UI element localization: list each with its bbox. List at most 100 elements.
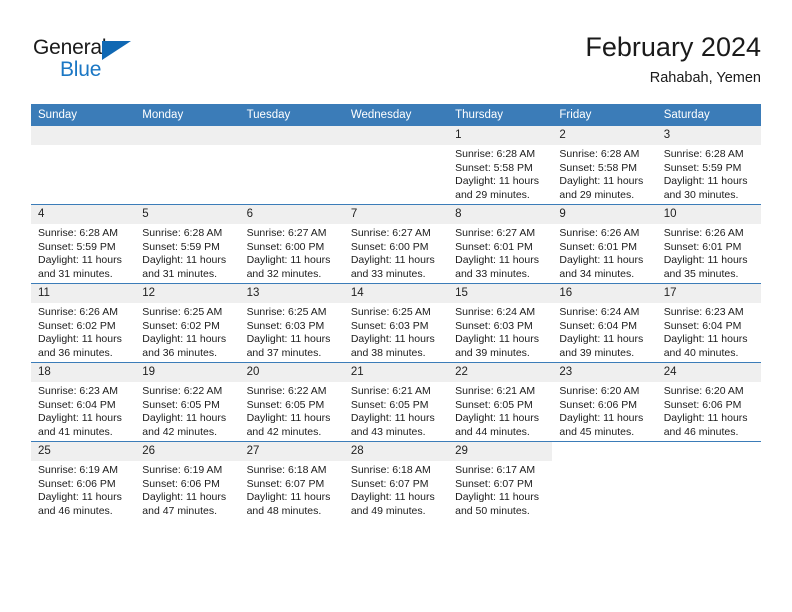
calendar-day-cell[interactable]: 14 Sunrise: 6:25 AM Sunset: 6:03 PM Dayligh… bbox=[343, 283, 449, 363]
calendar-cell-blank bbox=[552, 441, 657, 520]
page-header: General Blue February 2024 Rahabah, Yeme… bbox=[0, 0, 792, 100]
calendar-day-cell[interactable]: 5 Sunrise: 6:28 AM Sunset: 5:59 PM Daylight… bbox=[135, 204, 240, 284]
calendar-week-row: 25 Sunrise: 6:19 AM Sunset: 6:06 PM Dayligh… bbox=[31, 441, 761, 520]
day-number: 7 bbox=[343, 205, 449, 224]
calendar-day-cell[interactable]: 26 Sunrise: 6:19 AM Sunset: 6:06 PM Dayligh… bbox=[135, 441, 240, 520]
sun-info: Sunrise: 6:19 AM Sunset: 6:06 PM Daylight:… bbox=[31, 461, 135, 518]
sunrise-text: Sunrise: 6:26 AM bbox=[559, 227, 640, 239]
sunrise-text: Sunrise: 6:22 AM bbox=[246, 385, 327, 397]
daylight-text-line2: and 42 minutes. bbox=[246, 425, 322, 438]
day-number: 10 bbox=[656, 205, 761, 224]
calendar-cell-empty bbox=[239, 126, 344, 205]
calendar-day-cell[interactable]: 29 Sunrise: 6:17 AM Sunset: 6:07 PM Dayligh… bbox=[448, 441, 553, 520]
sunrise-text: Sunrise: 6:21 AM bbox=[350, 385, 431, 397]
daylight-text-line2: and 31 minutes. bbox=[38, 267, 113, 280]
sunrise-text: Sunrise: 6:19 AM bbox=[142, 464, 223, 476]
calendar-grid: Sunday Monday Tuesday Wednesday Thursday… bbox=[31, 104, 761, 520]
day-number: 5 bbox=[135, 205, 240, 224]
sun-info: Sunrise: 6:17 AM Sunset: 6:07 PM Daylight:… bbox=[448, 461, 552, 518]
calendar-day-cell[interactable]: 20 Sunrise: 6:22 AM Sunset: 6:05 PM Dayligh… bbox=[239, 362, 344, 442]
calendar-day-cell[interactable]: 21 Sunrise: 6:21 AM Sunset: 6:05 PM Dayligh… bbox=[343, 362, 449, 442]
sunrise-text: Sunrise: 6:25 AM bbox=[246, 306, 327, 318]
daylight-text-line1: Daylight: 11 hours bbox=[38, 254, 122, 267]
sunset-text: Sunset: 6:01 PM bbox=[663, 240, 742, 253]
daylight-text-line1: Daylight: 11 hours bbox=[350, 412, 435, 425]
sunrise-text: Sunrise: 6:18 AM bbox=[246, 464, 327, 476]
calendar-day-cell[interactable]: 17 Sunrise: 6:23 AM Sunset: 6:04 PM Dayligh… bbox=[656, 283, 761, 363]
logo-text-general: General bbox=[33, 36, 107, 59]
sunset-text: Sunset: 6:07 PM bbox=[455, 477, 533, 490]
calendar-day-cell[interactable]: 7 Sunrise: 6:27 AM Sunset: 6:00 PM Daylight… bbox=[343, 204, 449, 284]
daylight-text-line2: and 29 minutes. bbox=[559, 188, 635, 201]
sun-info: Sunrise: 6:24 AM Sunset: 6:03 PM Daylight:… bbox=[448, 303, 552, 360]
day-number bbox=[31, 126, 136, 145]
daylight-text-line2: and 45 minutes. bbox=[559, 425, 635, 438]
day-number: 18 bbox=[31, 363, 136, 382]
calendar-day-cell[interactable]: 27 Sunrise: 6:18 AM Sunset: 6:07 PM Dayligh… bbox=[239, 441, 344, 520]
daylight-text-line2: and 42 minutes. bbox=[142, 425, 217, 438]
daylight-text-line2: and 39 minutes. bbox=[455, 346, 530, 359]
sunset-text: Sunset: 6:04 PM bbox=[38, 398, 116, 411]
sunrise-text: Sunrise: 6:28 AM bbox=[455, 148, 536, 160]
calendar-day-cell[interactable]: 9 Sunrise: 6:26 AM Sunset: 6:01 PM Daylight… bbox=[552, 204, 657, 284]
calendar-day-cell[interactable]: 15 Sunrise: 6:24 AM Sunset: 6:03 PM Dayligh… bbox=[448, 283, 553, 363]
sunrise-text: Sunrise: 6:28 AM bbox=[559, 148, 640, 160]
page-subtitle: Rahabah, Yemen bbox=[649, 70, 761, 86]
calendar-day-cell[interactable]: 10 Sunrise: 6:26 AM Sunset: 6:01 PM Dayligh… bbox=[656, 204, 761, 284]
daylight-text-line2: and 40 minutes. bbox=[663, 346, 739, 359]
calendar-day-cell[interactable]: 23 Sunrise: 6:20 AM Sunset: 6:06 PM Dayligh… bbox=[552, 362, 657, 442]
sunset-text: Sunset: 5:59 PM bbox=[142, 240, 220, 253]
calendar-day-cell[interactable]: 3 Sunrise: 6:28 AM Sunset: 5:59 PM Daylight… bbox=[656, 126, 761, 205]
sunrise-text: Sunrise: 6:20 AM bbox=[663, 385, 744, 397]
sunset-text: Sunset: 6:03 PM bbox=[246, 319, 325, 332]
daylight-text-line2: and 37 minutes. bbox=[246, 346, 322, 359]
daylight-text-line1: Daylight: 11 hours bbox=[559, 333, 644, 346]
sunrise-text: Sunrise: 6:27 AM bbox=[246, 227, 327, 239]
calendar-day-cell[interactable]: 28 Sunrise: 6:18 AM Sunset: 6:07 PM Dayligh… bbox=[343, 441, 449, 520]
calendar-day-cell[interactable]: 11 Sunrise: 6:26 AM Sunset: 6:02 PM Dayligh… bbox=[31, 283, 136, 363]
calendar-day-cell[interactable]: 12 Sunrise: 6:25 AM Sunset: 6:02 PM Dayligh… bbox=[135, 283, 240, 363]
sunset-text: Sunset: 6:06 PM bbox=[142, 477, 220, 490]
weekday-header-friday: Friday bbox=[552, 104, 657, 126]
daylight-text-line2: and 46 minutes. bbox=[38, 504, 113, 517]
calendar-day-cell[interactable]: 6 Sunrise: 6:27 AM Sunset: 6:00 PM Daylight… bbox=[239, 204, 344, 284]
weekday-header-monday: Monday bbox=[135, 104, 240, 126]
sun-info: Sunrise: 6:23 AM Sunset: 6:04 PM Daylight:… bbox=[657, 303, 761, 360]
calendar-day-cell[interactable]: 22 Sunrise: 6:21 AM Sunset: 6:05 PM Dayligh… bbox=[448, 362, 553, 442]
daylight-text-line2: and 44 minutes. bbox=[455, 425, 530, 438]
day-number bbox=[239, 126, 344, 145]
sun-info: Sunrise: 6:18 AM Sunset: 6:07 PM Daylight:… bbox=[240, 461, 344, 518]
sunrise-text: Sunrise: 6:24 AM bbox=[559, 306, 640, 318]
day-number: 12 bbox=[135, 284, 240, 303]
sunset-text: Sunset: 5:58 PM bbox=[455, 161, 533, 174]
calendar-day-cell[interactable]: 25 Sunrise: 6:19 AM Sunset: 6:06 PM Dayligh… bbox=[31, 441, 136, 520]
day-number: 25 bbox=[31, 442, 136, 461]
general-blue-logo[interactable]: General Blue bbox=[33, 36, 183, 86]
sun-info: Sunrise: 6:25 AM Sunset: 6:03 PM Daylight:… bbox=[240, 303, 344, 360]
day-number: 21 bbox=[343, 363, 449, 382]
calendar-day-cell[interactable]: 1 Sunrise: 6:28 AM Sunset: 5:58 PM Daylight… bbox=[448, 126, 553, 205]
calendar-day-cell[interactable]: 18 Sunrise: 6:23 AM Sunset: 6:04 PM Dayligh… bbox=[31, 362, 136, 442]
title-block: February 2024 Rahabah, Yemen bbox=[585, 30, 761, 88]
calendar-page: General Blue February 2024 Rahabah, Yeme… bbox=[0, 0, 792, 612]
sun-info: Sunrise: 6:27 AM Sunset: 6:00 PM Daylight:… bbox=[344, 224, 448, 281]
calendar-day-cell[interactable]: 16 Sunrise: 6:24 AM Sunset: 6:04 PM Dayligh… bbox=[552, 283, 657, 363]
triangle-icon bbox=[102, 41, 131, 60]
sunset-text: Sunset: 6:06 PM bbox=[559, 398, 638, 411]
day-number: 14 bbox=[343, 284, 449, 303]
day-number bbox=[656, 442, 761, 461]
calendar-day-cell[interactable]: 2 Sunrise: 6:28 AM Sunset: 5:58 PM Daylight… bbox=[552, 126, 657, 205]
calendar-day-cell[interactable]: 8 Sunrise: 6:27 AM Sunset: 6:01 PM Daylight… bbox=[448, 204, 553, 284]
calendar-day-cell[interactable]: 19 Sunrise: 6:22 AM Sunset: 6:05 PM Dayligh… bbox=[135, 362, 240, 442]
sun-info: Sunrise: 6:20 AM Sunset: 6:06 PM Daylight:… bbox=[552, 382, 656, 439]
day-number: 3 bbox=[656, 126, 761, 145]
calendar-day-cell[interactable]: 24 Sunrise: 6:20 AM Sunset: 6:06 PM Dayligh… bbox=[656, 362, 761, 442]
daylight-text-line1: Daylight: 11 hours bbox=[142, 254, 227, 267]
daylight-text-line2: and 46 minutes. bbox=[663, 425, 739, 438]
daylight-text-line2: and 33 minutes. bbox=[455, 267, 530, 280]
calendar-day-cell[interactable]: 13 Sunrise: 6:25 AM Sunset: 6:03 PM Dayligh… bbox=[239, 283, 344, 363]
daylight-text-line1: Daylight: 11 hours bbox=[663, 254, 748, 267]
sun-info: Sunrise: 6:26 AM Sunset: 6:01 PM Daylight:… bbox=[552, 224, 656, 281]
sun-info: Sunrise: 6:27 AM Sunset: 6:00 PM Daylight:… bbox=[240, 224, 344, 281]
calendar-day-cell[interactable]: 4 Sunrise: 6:28 AM Sunset: 5:59 PM Daylight… bbox=[31, 204, 136, 284]
